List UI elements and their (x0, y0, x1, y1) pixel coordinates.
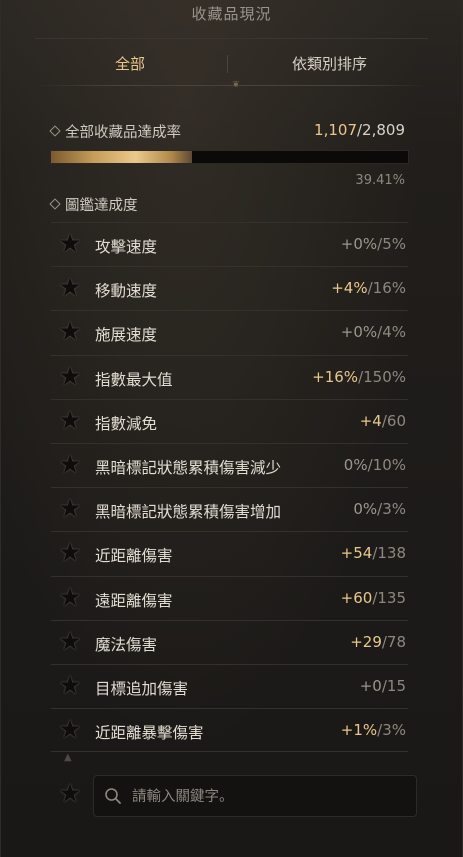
stat-value: 0%/3% (353, 500, 406, 518)
search-input[interactable] (130, 776, 414, 818)
stat-current: 0% (343, 456, 368, 474)
codex-completion-label: 圖鑑達成度 (65, 198, 138, 214)
stat-max: /135 (372, 588, 406, 607)
stat-row[interactable]: ★ 近距離暴擊傷害 +1%/3% (51, 708, 408, 753)
stat-value: +0%/5% (341, 235, 406, 253)
stat-name: 黑暗標記狀態累積傷害增加 (95, 503, 282, 522)
tab-all[interactable]: 全部 (35, 44, 225, 84)
stat-max: /3% (377, 721, 406, 740)
stat-max: /138 (372, 544, 406, 563)
stat-max: /10% (367, 456, 406, 474)
total-completion-label: 全部收藏品達成率 (65, 125, 181, 141)
stat-max: /3% (377, 500, 406, 519)
stat-value: 0%/10% (344, 456, 406, 474)
stat-name: 指數減免 (95, 414, 158, 433)
diamond-bullet-icon (49, 198, 61, 210)
stat-row[interactable]: ★ 施展速度 +0%/4% (51, 310, 408, 355)
star-icon[interactable]: ★ (58, 496, 82, 522)
total-max: /2,809 (357, 121, 405, 139)
stat-row[interactable]: ★ 指數最大值 +16%/150% (51, 354, 408, 400)
stat-max: /16% (367, 279, 406, 298)
list-end-divider (51, 751, 408, 752)
page-title: 收藏品現況 (191, 5, 272, 23)
star-icon[interactable]: ★ (58, 319, 82, 345)
stat-max: /60 (381, 411, 406, 430)
stat-name: 施展速度 (95, 326, 158, 345)
ornament-icon: ❦ (232, 80, 240, 90)
total-progress-fill (51, 151, 192, 163)
stat-name: 目標追加傷害 (95, 680, 189, 698)
stat-max: /78 (381, 632, 406, 651)
stat-value: +1%/3% (341, 721, 406, 739)
tab-divider (227, 55, 228, 73)
stat-name: 攻擊速度 (95, 238, 158, 256)
star-icon[interactable]: ★ (58, 408, 82, 434)
stat-value: +0%/4% (341, 323, 406, 341)
stat-current: +29 (350, 632, 382, 651)
star-icon[interactable]: ★ (58, 629, 82, 655)
collection-panel: 收藏品現況 全部 依類別排序 ❦ 全部收藏品達成率 1,107/2,809 39… (0, 0, 463, 857)
diamond-bullet-icon (49, 125, 61, 137)
star-icon[interactable]: ★ (58, 717, 82, 743)
stat-row[interactable]: ★ 目標追加傷害 +0/15 (51, 664, 408, 709)
tab-bar: 全部 依類別排序 ❦ (35, 44, 430, 90)
stat-name: 魔法傷害 (95, 635, 158, 654)
stat-value: +0/15 (360, 677, 406, 695)
stat-current: +1% (340, 721, 378, 740)
stat-current: +4 (359, 411, 382, 430)
stat-row[interactable]: ★ 遠距離傷害 +60/135 (51, 575, 408, 621)
star-icon[interactable]: ★ (58, 540, 82, 566)
stat-row[interactable]: ★ 攻擊速度 +0%/5% (51, 222, 408, 267)
stat-max: /5% (377, 235, 406, 253)
stat-value: +60/135 (341, 589, 406, 607)
total-completion-count: 1,107/2,809 (314, 121, 405, 139)
stat-name: 近距離傷害 (95, 547, 173, 566)
stat-current: +16% (312, 367, 359, 386)
stat-row[interactable]: ★ 移動速度 +4%/16% (51, 266, 408, 311)
total-progress-bar (50, 150, 409, 164)
chevron-up-icon[interactable]: ▲ (64, 752, 72, 763)
stat-name: 近距離暴擊傷害 (95, 724, 204, 743)
star-icon[interactable]: ★ (58, 673, 82, 699)
stat-value: +4/60 (360, 412, 406, 430)
stat-value: +54/138 (341, 544, 406, 562)
stat-name: 指數最大值 (95, 370, 173, 389)
stat-current: +0% (340, 235, 378, 253)
star-icon[interactable]: ★ (58, 781, 82, 807)
star-icon[interactable]: ★ (58, 585, 82, 611)
stat-current: +0 (359, 677, 382, 695)
stat-name: 黑暗標記狀態累積傷害減少 (95, 459, 282, 477)
title-divider (35, 38, 428, 39)
stat-name: 移動速度 (95, 282, 158, 301)
stat-max: /4% (377, 323, 406, 342)
stat-value: +29/78 (350, 633, 406, 651)
search-box (93, 775, 417, 818)
stat-max: /150% (358, 367, 406, 386)
stat-value: +4%/16% (331, 279, 406, 297)
star-icon[interactable]: ★ (58, 364, 82, 390)
stat-value: +16%/150% (312, 368, 406, 386)
stat-row[interactable]: ★ 黑暗標記狀態累積傷害增加 0%/3% (51, 487, 408, 532)
stat-current: +54 (340, 544, 373, 563)
star-icon[interactable]: ★ (58, 231, 82, 257)
search-icon[interactable] (104, 787, 122, 805)
stat-row[interactable]: ★ 指數減免 +4/60 (51, 398, 408, 444)
stat-row[interactable]: ★ 魔法傷害 +29/78 (51, 619, 408, 665)
star-icon[interactable]: ★ (58, 275, 82, 301)
stat-current: +0% (340, 323, 378, 342)
star-icon[interactable]: ★ (58, 452, 82, 478)
stat-current: +4% (331, 279, 368, 298)
stat-row[interactable]: ★ 近距離傷害 +54/138 (51, 531, 408, 576)
stat-name: 遠距離傷害 (95, 591, 173, 610)
tab-sort-by-category[interactable]: 依類別排序 (229, 44, 430, 84)
stat-current: 0% (353, 500, 378, 519)
total-percent: 39.41% (355, 173, 405, 188)
stat-current: +60 (340, 588, 373, 607)
stat-max: /15 (381, 677, 406, 695)
total-current: 1,107 (314, 121, 357, 139)
stat-row[interactable]: ★ 黑暗標記狀態累積傷害減少 0%/10% (51, 443, 408, 488)
